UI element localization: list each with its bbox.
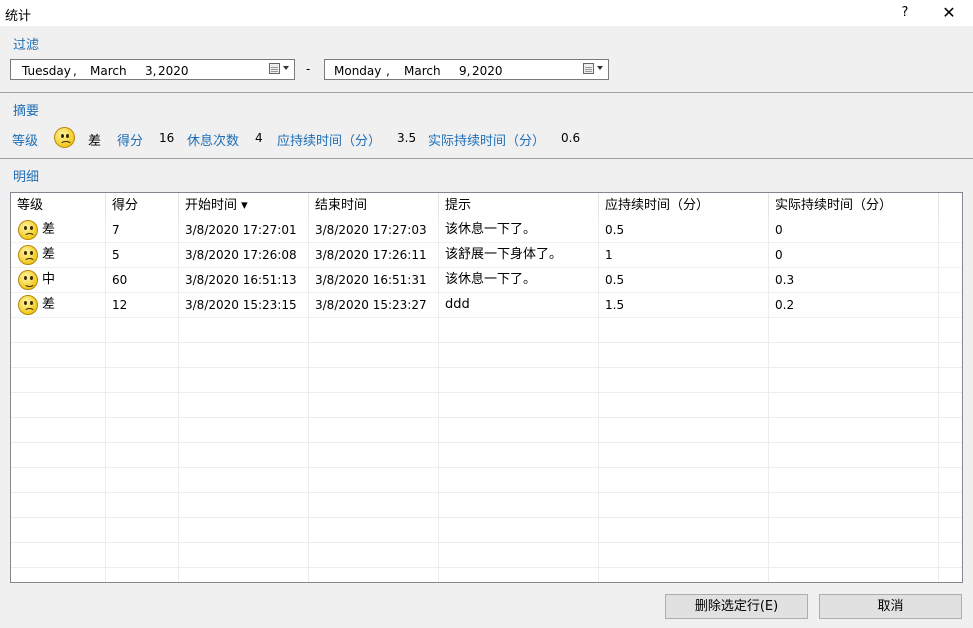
cell-actual: 0.2 [775,298,795,312]
summary-breaks-value: 4 [255,131,263,145]
cell-end-time: 3/8/2020 15:23:27 [315,298,427,312]
cell-score: 12 [112,298,128,312]
help-button[interactable]: ? [890,0,920,26]
column-header-start-time[interactable]: 开始时间 ▾ [179,193,309,218]
cell-start-time: 3/8/2020 16:51:13 [185,273,297,287]
detail-table[interactable]: 等级 得分 开始时间 ▾ 结束时间 提示 应持续时间（分） 实际持续时间（分） … [10,192,963,583]
cell-tip: 该休息一下了。 [445,272,537,287]
delete-selected-button[interactable]: 删除选定行(E) [665,594,808,619]
date-range-dash: - [306,62,311,76]
cell-tip: 该舒展一下身体了。 [445,247,563,262]
cell-grade: 差 [42,247,56,262]
end-weekday[interactable]: Monday [334,64,381,78]
end-month[interactable]: March [404,64,441,78]
start-weekday[interactable]: Tuesday [22,64,71,78]
cell-score: 60 [112,273,128,287]
title-bar: 统计 ? ✕ [0,0,973,26]
sad-face-icon [18,220,38,240]
summary-grade-value: 差 [88,134,102,149]
detail-section-label: 明细 [13,170,40,185]
neutral-face-icon [18,270,38,290]
start-calendar-dropdown[interactable] [267,62,291,77]
close-button[interactable]: ✕ [934,0,964,26]
summary-section-label: 摘要 [13,104,40,119]
end-date-picker[interactable]: Monday , March 9, 2020 [324,59,609,80]
column-header-score[interactable]: 得分 [106,193,179,218]
sad-face-icon [18,295,38,315]
column-header-end-time[interactable]: 结束时间 [309,193,439,218]
end-year[interactable]: 2020 [472,64,503,78]
cancel-button[interactable]: 取消 [819,594,962,619]
summary-actual-label: 实际持续时间（分） [428,134,546,149]
sad-face-icon [18,245,38,265]
summary-expected-label: 应持续时间（分） [277,134,382,149]
calendar-icon [583,63,594,74]
end-day[interactable]: 9, [459,64,470,78]
calendar-icon [269,63,280,74]
table-row[interactable]: 差 5 3/8/2020 17:26:08 3/8/2020 17:26:11 … [11,243,962,268]
summary-actual-value: 0.6 [561,131,581,145]
column-header-tip[interactable]: 提示 [439,193,599,218]
cell-end-time: 3/8/2020 16:51:31 [315,273,427,287]
cell-actual: 0.3 [775,273,795,287]
filter-section-label: 过滤 [13,38,40,53]
summary-score-value: 16 [159,131,175,145]
cell-start-time: 3/8/2020 17:27:01 [185,223,297,237]
cell-grade: 差 [42,297,56,312]
window-title: 统计 [5,9,32,24]
cell-tip: ddd [445,297,470,312]
cell-grade: 中 [42,272,56,287]
cell-actual: 0 [775,223,783,237]
cell-start-time: 3/8/2020 17:26:08 [185,248,297,262]
cell-grade: 差 [42,222,56,237]
start-day[interactable]: 3, [145,64,156,78]
end-comma: , [386,64,390,78]
end-calendar-dropdown[interactable] [581,62,605,77]
cell-expected: 1 [605,248,613,262]
summary-score-label: 得分 [117,134,144,149]
cell-actual: 0 [775,248,783,262]
cell-expected: 0.5 [605,223,625,237]
summary-expected-value: 3.5 [397,131,417,145]
cell-end-time: 3/8/2020 17:26:11 [315,248,427,262]
summary-breaks-label: 休息次数 [187,134,240,149]
start-month[interactable]: March [90,64,127,78]
chevron-down-icon [597,66,603,70]
column-header-expected[interactable]: 应持续时间（分） [599,193,769,218]
cell-tip: 该休息一下了。 [445,222,537,237]
cell-expected: 1.5 [605,298,625,312]
table-row[interactable]: 差 12 3/8/2020 15:23:15 3/8/2020 15:23:27… [11,293,962,318]
divider [0,92,973,93]
summary-grade-label: 等级 [12,134,39,149]
sad-face-icon [54,127,75,148]
start-year[interactable]: 2020 [158,64,189,78]
table-row[interactable]: 中 60 3/8/2020 16:51:13 3/8/2020 16:51:31… [11,268,962,293]
cell-start-time: 3/8/2020 15:23:15 [185,298,297,312]
cell-expected: 0.5 [605,273,625,287]
cell-score: 7 [112,223,120,237]
divider [0,158,973,159]
cell-end-time: 3/8/2020 17:27:03 [315,223,427,237]
cell-score: 5 [112,248,120,262]
column-header-actual[interactable]: 实际持续时间（分） [769,193,939,218]
start-comma: , [73,64,77,78]
chevron-down-icon [283,66,289,70]
table-row[interactable]: 差 7 3/8/2020 17:27:01 3/8/2020 17:27:03 … [11,218,962,243]
column-header-grade[interactable]: 等级 [11,193,106,218]
start-date-picker[interactable]: Tuesday , March 3, 2020 [10,59,295,80]
